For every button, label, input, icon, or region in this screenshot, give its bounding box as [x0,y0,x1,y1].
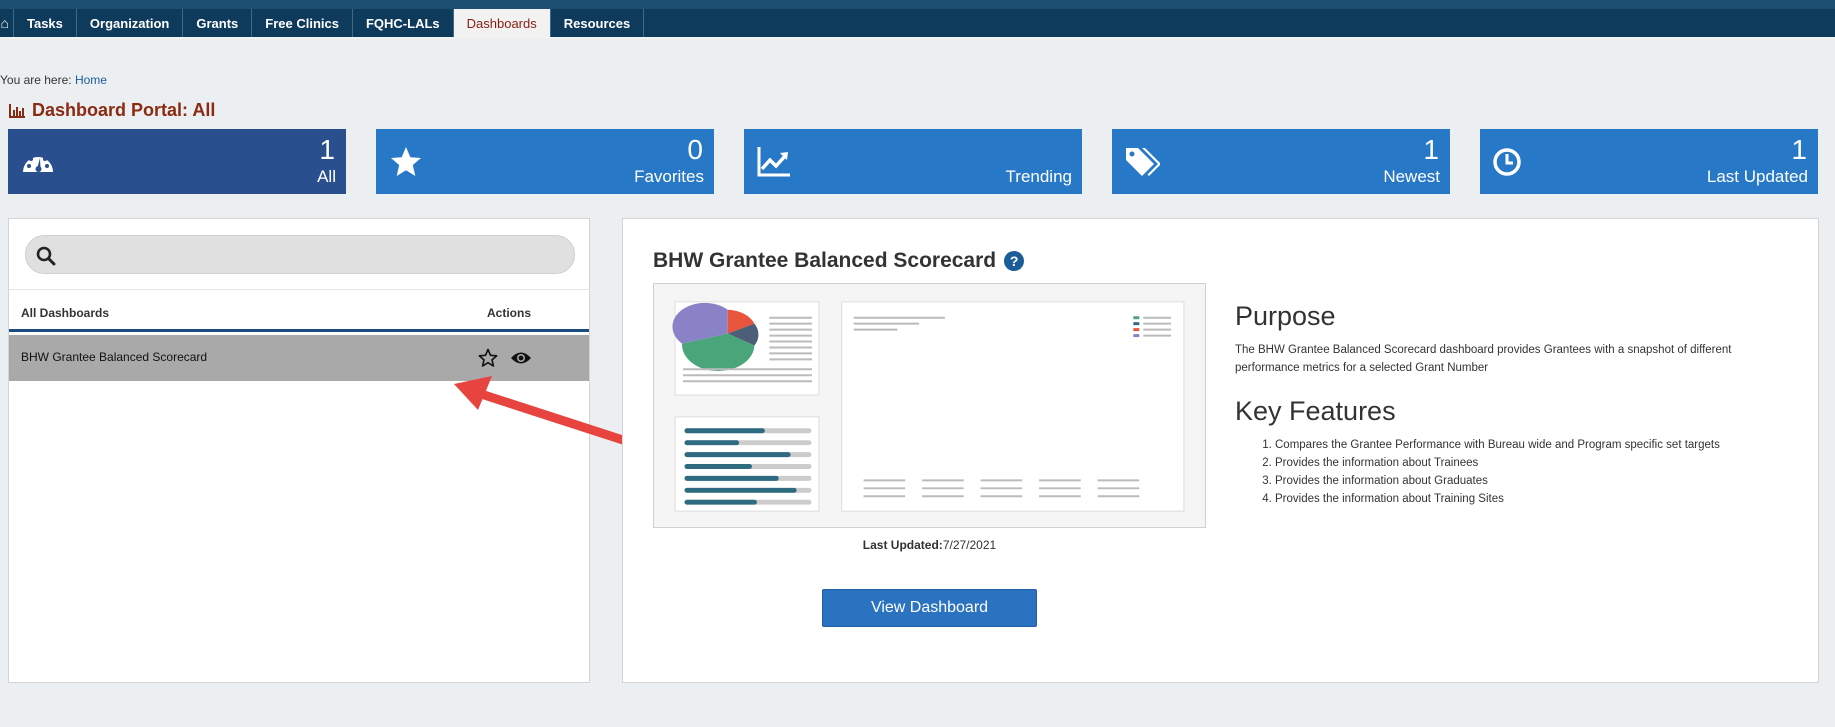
tags-icon [1126,148,1160,176]
help-icon[interactable]: ? [1004,251,1025,271]
breadcrumb: You are here: Home [0,73,107,87]
col-all-dashboards: All Dashboards [21,306,110,320]
dashboard-title: BHW Grantee Balanced Scorecard ? [653,249,1025,273]
main-navbar: ⌂ Tasks Organization Grants Free Clinics… [0,9,1835,39]
home-icon[interactable]: ⌂ [0,9,14,37]
list-item[interactable]: BHW Grantee Balanced Scorecard [9,335,589,381]
nav-free-clinics[interactable]: Free Clinics [252,9,353,37]
view-dashboard-button[interactable]: View Dashboard [822,589,1037,627]
breadcrumb-home-link[interactable]: Home [75,73,107,87]
trending-icon [757,147,790,177]
tile-newest-count: 1 [1423,134,1439,165]
bar-chart-icon [9,103,25,118]
tile-last-updated-label: Last Updated [1706,167,1808,186]
feature-item: Provides the information about Graduates [1275,472,1720,490]
search-input[interactable] [66,243,566,267]
tile-trending[interactable]: Trending [744,129,1082,194]
last-updated: Last Updated:7/27/2021 [653,538,1206,552]
nav-dashboards[interactable]: Dashboards [453,9,551,37]
tile-newest-label: Newest [1383,167,1440,186]
feature-item: Provides the information about Trainees [1275,454,1720,472]
star-icon [391,147,421,176]
tile-last-updated-count: 1 [1791,134,1807,165]
nav-resources[interactable]: Resources [551,9,645,37]
favorite-star-icon[interactable] [478,348,498,368]
list-item-name: BHW Grantee Balanced Scorecard [21,350,208,364]
tile-favorites[interactable]: 0 Favorites [376,129,714,194]
dashboard-title-text: BHW Grantee Balanced Scorecard [653,249,997,272]
dashboard-list-panel: All Dashboards Actions BHW Grantee Balan… [8,218,590,683]
purpose-heading: Purpose [1235,301,1336,331]
nav-grants[interactable]: Grants [183,9,253,37]
tile-last-updated[interactable]: 1 Last Updated [1480,129,1818,194]
tile-all-label: All [317,167,336,186]
purpose-text: The BHW Grantee Balanced Scorecard dashb… [1235,344,1732,374]
top-strip [0,0,1835,9]
list-header: All Dashboards Actions [9,290,589,332]
tile-all-count: 1 [319,134,335,165]
tile-favorites-count: 0 [687,134,703,165]
nav-fqhc-lals[interactable]: FQHC-LALs [353,9,454,37]
key-features-heading: Key Features [1235,396,1396,426]
view-eye-icon[interactable] [510,350,532,366]
feature-item: Compares the Grantee Performance with Bu… [1275,436,1720,454]
col-actions: Actions [487,306,532,320]
dashboard-preview-image [653,283,1206,528]
page-title-text: Dashboard Portal: All [32,100,216,120]
dashboard-detail-panel: BHW Grantee Balanced Scorecard ? Last Up… [622,218,1819,683]
tile-all[interactable]: 1 All [8,129,346,194]
key-features-list: Compares the Grantee Performance with Bu… [1235,436,1720,508]
search-icon [36,246,56,266]
tile-trending-label: Trending [1005,167,1072,186]
page-title: Dashboard Portal: All [8,100,215,121]
search-box [25,235,575,274]
dashboard-gauge-icon [23,153,53,172]
breadcrumb-prefix: You are here: [0,73,75,87]
clock-icon [1493,148,1521,176]
tile-newest[interactable]: 1 Newest [1112,129,1450,194]
nav-tasks[interactable]: Tasks [14,9,77,37]
feature-item: Provides the information about Training … [1275,490,1720,508]
nav-organization[interactable]: Organization [77,9,184,37]
tile-favorites-label: Favorites [634,167,704,186]
last-updated-value: 7/27/2021 [942,538,997,552]
last-updated-label: Last Updated: [862,538,943,552]
